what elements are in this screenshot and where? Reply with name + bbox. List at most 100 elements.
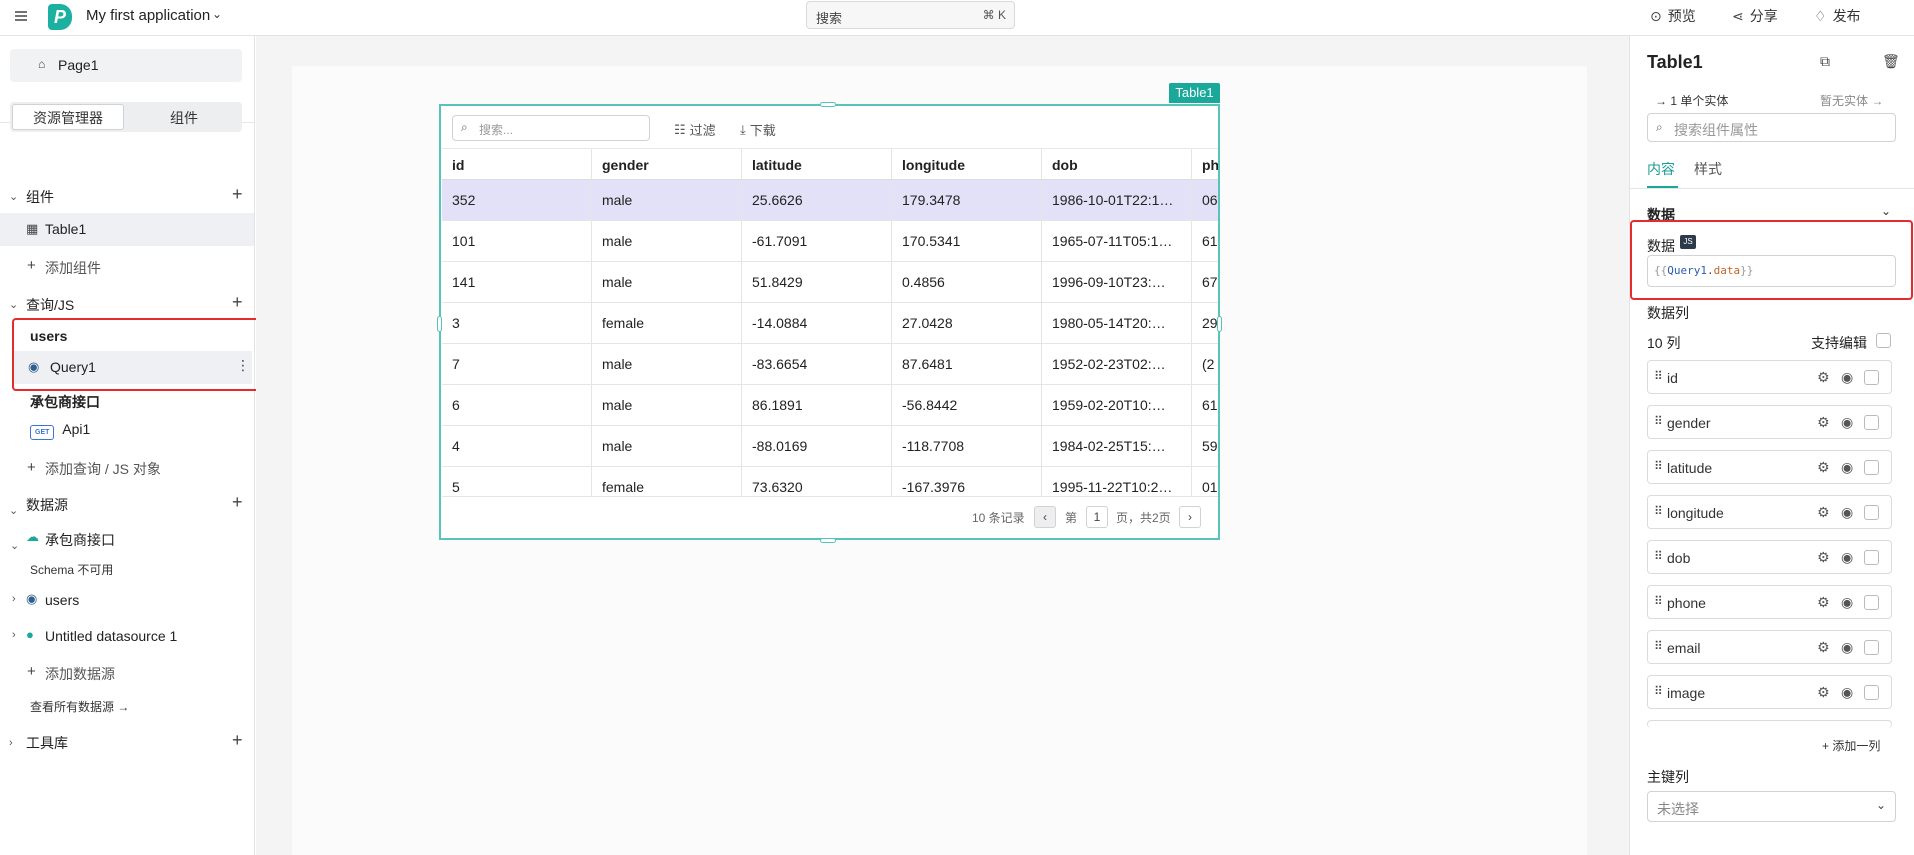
- column-header-cell[interactable]: dob: [1042, 149, 1192, 179]
- table-cell[interactable]: 1984-02-25T15:…: [1042, 426, 1192, 466]
- table-cell[interactable]: male: [592, 180, 742, 220]
- editable-checkbox[interactable]: [1864, 550, 1879, 565]
- add-library-icon[interactable]: +: [232, 731, 243, 749]
- table-row[interactable]: 141 male 51.8429 0.4856 1996-09-10T23:… 67: [442, 262, 1218, 303]
- table-cell[interactable]: male: [592, 426, 742, 466]
- table-cell[interactable]: 61: [1192, 221, 1218, 261]
- publish-button[interactable]: ♢ 发布: [1814, 6, 1861, 26]
- table-cell[interactable]: 1965-07-11T05:1…: [1042, 221, 1192, 261]
- js-toggle-badge[interactable]: JS: [1680, 235, 1696, 249]
- page-number-input[interactable]: 1: [1086, 506, 1108, 528]
- resize-handle-top[interactable]: [820, 102, 836, 107]
- table-cell[interactable]: 1980-05-14T20:…: [1042, 303, 1192, 343]
- tab-content[interactable]: 内容: [1647, 159, 1675, 179]
- filter-button[interactable]: ☷ 过滤: [674, 120, 716, 139]
- table-cell[interactable]: 101: [442, 221, 592, 261]
- gear-icon[interactable]: ⚙: [1817, 459, 1830, 476]
- drag-handle-icon[interactable]: ⠿: [1654, 369, 1663, 383]
- hamburger-menu-icon[interactable]: [13, 8, 31, 26]
- table-cell[interactable]: -14.0884: [742, 303, 892, 343]
- table-cell[interactable]: 61: [1192, 385, 1218, 425]
- chevron-down-icon[interactable]: ⌄: [9, 298, 18, 311]
- table-cell[interactable]: 1996-09-10T23:…: [1042, 262, 1192, 302]
- table-row[interactable]: 3 female -14.0884 27.0428 1980-05-14T20:… 29: [442, 303, 1218, 344]
- eye-icon[interactable]: ◉: [1841, 414, 1853, 431]
- add-column-button[interactable]: + 添加一列: [1822, 737, 1880, 754]
- trash-icon[interactable]: 🗑: [1882, 53, 1900, 70]
- chevron-down-icon[interactable]: ⌄: [212, 7, 222, 21]
- table-cell[interactable]: -167.3976: [892, 467, 1042, 496]
- drag-handle-icon[interactable]: ⠿: [1654, 414, 1663, 428]
- drag-handle-icon[interactable]: ⠿: [1654, 594, 1663, 608]
- resize-handle-bottom[interactable]: [820, 538, 836, 543]
- editable-checkbox[interactable]: [1864, 640, 1879, 655]
- widget-title[interactable]: Table1: [1647, 52, 1703, 73]
- chevron-right-icon[interactable]: ›: [12, 593, 16, 605]
- table-cell[interactable]: 179.3478: [892, 180, 1042, 220]
- add-query-link[interactable]: 添加查询 / JS 对象: [45, 459, 161, 479]
- table-cell[interactable]: -61.7091: [742, 221, 892, 261]
- table-cell[interactable]: 7: [442, 344, 592, 384]
- chevron-down-icon[interactable]: ⌄: [9, 504, 18, 517]
- editable-checkbox[interactable]: [1864, 460, 1879, 475]
- add-datasource-link[interactable]: 添加数据源: [45, 664, 115, 684]
- table-cell[interactable]: female: [592, 303, 742, 343]
- table-row[interactable]: 6 male 86.1891 -56.8442 1959-02-20T10:… 61: [442, 385, 1218, 426]
- sidebar-item-query1[interactable]: ◉ Query1 ⋮: [14, 351, 252, 384]
- table-cell[interactable]: male: [592, 344, 742, 384]
- table-cell[interactable]: 73.6320: [742, 467, 892, 496]
- eye-icon[interactable]: ◉: [1841, 594, 1853, 611]
- table-cell[interactable]: male: [592, 385, 742, 425]
- chevron-right-icon[interactable]: ›: [12, 629, 16, 641]
- drag-handle-icon[interactable]: ⠿: [1654, 459, 1663, 473]
- table-cell[interactable]: -56.8442: [892, 385, 1042, 425]
- table-cell[interactable]: 4: [442, 426, 592, 466]
- prev-page-button[interactable]: ‹: [1034, 506, 1056, 528]
- table-cell[interactable]: 141: [442, 262, 592, 302]
- chevron-down-icon[interactable]: ⌄: [10, 539, 19, 552]
- column-config-row[interactable]: ⠿ phone ⚙ ◉: [1647, 585, 1892, 619]
- table-cell[interactable]: 5: [442, 467, 592, 496]
- gear-icon[interactable]: ⚙: [1817, 414, 1830, 431]
- drag-handle-icon[interactable]: ⠿: [1654, 684, 1663, 698]
- column-header-cell[interactable]: gender: [592, 149, 742, 179]
- add-widget-link[interactable]: 添加组件: [45, 258, 101, 278]
- no-entity-link[interactable]: 暂无实体 →: [1820, 92, 1883, 109]
- table-cell[interactable]: 1986-10-01T22:1…: [1042, 180, 1192, 220]
- table-cell[interactable]: 27.0428: [892, 303, 1042, 343]
- chevron-down-icon[interactable]: ⌄: [9, 190, 18, 203]
- table-cell[interactable]: 170.5341: [892, 221, 1042, 261]
- column-header-cell[interactable]: id: [442, 149, 592, 179]
- page-item-page1[interactable]: ⌂ Page1: [10, 49, 242, 82]
- table-search-input[interactable]: ⌕ 搜索...: [452, 115, 650, 141]
- table-cell[interactable]: -83.6654: [742, 344, 892, 384]
- table-row[interactable]: 7 male -83.6654 87.6481 1952-02-23T02:… (2: [442, 344, 1218, 385]
- table-cell[interactable]: (2: [1192, 344, 1218, 384]
- editable-checkbox[interactable]: [1864, 595, 1879, 610]
- tab-style[interactable]: 样式: [1694, 159, 1722, 179]
- column-config-row[interactable]: ⠿ longitude ⚙ ◉: [1647, 495, 1892, 529]
- table-cell[interactable]: male: [592, 221, 742, 261]
- column-config-row[interactable]: ⠿ email ⚙ ◉: [1647, 630, 1892, 664]
- column-config-row[interactable]: ⠿ gender ⚙ ◉: [1647, 405, 1892, 439]
- gear-icon[interactable]: ⚙: [1817, 639, 1830, 656]
- query-group-users[interactable]: users: [30, 328, 67, 344]
- app-title[interactable]: My first application: [86, 7, 210, 24]
- add-query-icon[interactable]: +: [232, 293, 243, 311]
- drag-handle-icon[interactable]: ⠿: [1654, 639, 1663, 653]
- table-cell[interactable]: 51.8429: [742, 262, 892, 302]
- table-cell[interactable]: 1952-02-23T02:…: [1042, 344, 1192, 384]
- table-cell[interactable]: 1959-02-20T10:…: [1042, 385, 1192, 425]
- property-search-input[interactable]: ⌕ 搜索组件属性: [1647, 113, 1896, 142]
- eye-icon[interactable]: ◉: [1841, 369, 1853, 386]
- next-page-button[interactable]: ›: [1179, 506, 1201, 528]
- copy-icon[interactable]: ⧉: [1820, 53, 1830, 70]
- download-button[interactable]: ⤓ 下载: [740, 120, 776, 139]
- tab-widgets[interactable]: 组件: [126, 108, 242, 128]
- editable-checkbox[interactable]: [1864, 415, 1879, 430]
- add-datasource-icon[interactable]: +: [232, 493, 243, 511]
- table-cell[interactable]: 86.1891: [742, 385, 892, 425]
- datasource-users[interactable]: users: [45, 592, 79, 608]
- datasource-contractor-api[interactable]: 承包商接口: [45, 530, 115, 550]
- query-group-contractor-api[interactable]: 承包商接口: [30, 392, 100, 412]
